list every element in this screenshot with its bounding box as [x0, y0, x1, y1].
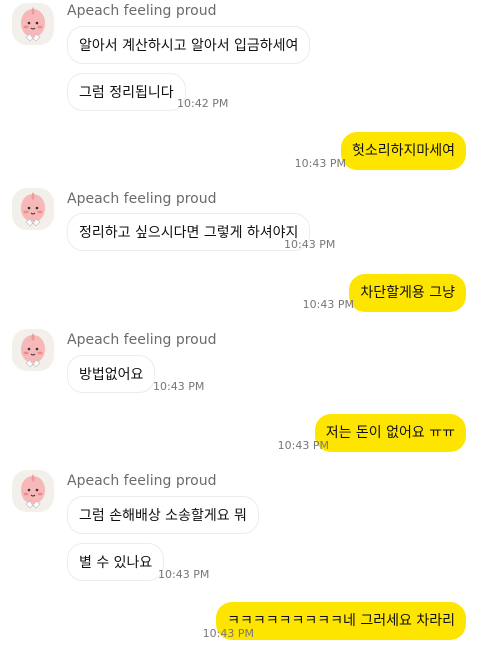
message-timestamp: 10:43 PM [302, 298, 354, 311]
message-bubble-incoming[interactable]: 그럼 정리됩니다 [67, 73, 186, 111]
avatar-icon[interactable] [12, 188, 54, 230]
message-bubble-incoming[interactable]: 별 수 있나요 [67, 543, 165, 581]
sender-name: Apeach feeling proud [67, 473, 217, 489]
message-bubble-outgoing[interactable]: 헛소리하지마세여 [340, 132, 466, 170]
message-timestamp: 10:42 PM [177, 97, 229, 110]
sender-name: Apeach feeling proud [67, 332, 217, 348]
message-timestamp: 10:43 PM [202, 627, 254, 640]
message-bubble-incoming[interactable]: 그럼 손해배상 소송할게요 뭐 [67, 496, 259, 534]
message-timestamp: 10:43 PM [153, 380, 205, 393]
sender-name: Apeach feeling proud [67, 3, 217, 19]
message-bubble-incoming[interactable]: 정리하고 싶으시다면 그렇게 하셔야지 [67, 213, 311, 251]
avatar-icon[interactable] [12, 329, 54, 371]
message-timestamp: 10:43 PM [284, 238, 336, 251]
message-bubble-incoming[interactable]: 알아서 계산하시고 알아서 입금하세여 [67, 26, 311, 64]
message-bubble-outgoing[interactable]: 차단할게용 그냥 [349, 274, 466, 312]
message-timestamp: 10:43 PM [158, 568, 210, 581]
sender-name: Apeach feeling proud [67, 191, 217, 207]
message-timestamp: 10:43 PM [294, 157, 346, 170]
message-timestamp: 10:43 PM [277, 439, 329, 452]
message-bubble-outgoing[interactable]: 저는 돈이 없어요 ㅠㅠ [314, 414, 466, 452]
avatar-icon[interactable] [12, 470, 54, 512]
message-bubble-incoming[interactable]: 방법없어요 [67, 355, 156, 393]
avatar-icon[interactable] [12, 3, 54, 45]
